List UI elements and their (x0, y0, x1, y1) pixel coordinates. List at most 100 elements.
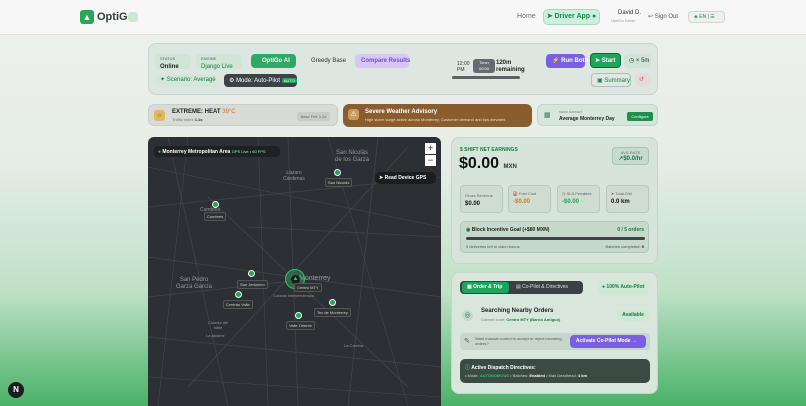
fuel-icon: ⛽ (513, 191, 518, 196)
tab-optigo-ai-label: OptiGo AI (262, 58, 290, 64)
gross-label: Gross Revenue (465, 193, 493, 198)
configure-button[interactable]: Configure (627, 112, 653, 121)
available-badge: Available (617, 310, 649, 321)
marker-tec[interactable] (329, 299, 336, 306)
marker-label-san-nicolas: San Nicolás (325, 178, 353, 187)
directives-card: ⓘ Active Dispatch Directives: • Mode: AU… (460, 359, 650, 383)
marker-label-tec: Tec de Monterrey (314, 308, 351, 317)
goal-left: 5 deliveries left to claim bonus (466, 244, 520, 249)
deadhead-directive-label: • Max Deadhead: (546, 373, 577, 378)
marker-san-jeronimo[interactable] (248, 270, 255, 277)
run-label: Run Both (561, 58, 589, 64)
scenario-selector[interactable]: ✦ Scenario: Average (155, 74, 217, 87)
tab-greedy-base[interactable]: Greedy Base (298, 54, 348, 68)
sign-out-label: Sign Out (654, 14, 679, 20)
clock-icon: ◷ (629, 58, 635, 64)
status-indicator: STATUS Online (155, 54, 191, 70)
tab-compare-results[interactable]: Compare Results (355, 54, 410, 68)
user-role: OptiGo Driver (611, 18, 636, 23)
logo-icon: ▲ (80, 10, 94, 24)
warning-icon: ⚠ (348, 109, 359, 120)
speed-selector[interactable]: ◷ × 5m (624, 54, 651, 68)
tab-order-trip[interactable]: ▣ Order & Trip (462, 282, 509, 293)
tab-optigo-ai[interactable]: OptiGo AI (251, 54, 296, 68)
corner-badge[interactable]: N (8, 382, 24, 398)
sign-out-button[interactable]: ↩ Sign Out (648, 13, 678, 20)
avg-rate-card: AVG RATE ↗$0.0/hr (612, 147, 649, 165)
marker-centrito-valle[interactable] (235, 291, 242, 298)
current-zone-label: Current zone: (481, 317, 506, 322)
search-icon: ◎ (462, 310, 473, 321)
map-label-san-pedro: San Pedro Garza García (175, 277, 212, 290)
mode-icon: ⚙ (229, 78, 235, 84)
status-value: Online (160, 64, 179, 70)
clock-icon: ◷ (562, 191, 566, 196)
tab-greedy-base-label: Greedy Base (311, 58, 347, 64)
reset-button[interactable]: ↺ (636, 73, 650, 87)
current-zone-value: Centro MTY (Barrio Antiguo) (506, 317, 561, 322)
map-label-del-valle: Colonia del Valle (207, 320, 228, 330)
activate-copilot-button[interactable]: Activate Co-Pilot Mode → (570, 335, 646, 348)
marker-valle-oriente[interactable] (295, 312, 302, 319)
directives-title: ⓘ Active Dispatch Directives: (465, 364, 536, 371)
time-remaining: 120m remaining (496, 60, 525, 73)
mode-selector[interactable]: ⚙ Mode: Auto-Pilot AUTO (224, 74, 297, 87)
timer-box: Timer 00:00 (473, 59, 495, 73)
searching-orders-row: ◎ Searching Nearby Orders Current zone: … (460, 305, 650, 327)
heat-title: EXTREME: HEAT (172, 109, 221, 115)
map-view[interactable]: ● Monterrey Metropolitan Area GPS Live •… (148, 137, 441, 406)
map-label-lazaro: Lázaro Cárdenas (283, 170, 305, 182)
summary-button[interactable]: ▣ Summary (591, 73, 631, 87)
marker-cumbres[interactable] (212, 201, 219, 208)
map-label-independencia: Colonia Independencia (273, 293, 314, 298)
language-switcher[interactable]: ◈ EN | ☰ (688, 11, 725, 23)
sla-value: -$0.00 (562, 199, 580, 205)
driver-app-button[interactable]: ➤ Driver App ● (543, 9, 600, 25)
top-bar: ▲ OptiGo Home ➤ Driver App ● David D. Op… (0, 0, 806, 35)
start-button[interactable]: ➤ Start (590, 53, 621, 68)
tab-copilot[interactable]: ▤ Co-Pilot & Directives (513, 282, 581, 293)
goal-title-row: ◉ Block Incentive Goal (+$80 MXN) (466, 227, 549, 233)
navigation-icon: ➤ (611, 191, 615, 196)
timer-label: Timer (478, 60, 490, 65)
zoom-in-button[interactable]: + (425, 143, 436, 154)
heat-index: 1.1x (194, 117, 203, 122)
user-name: David D. (618, 10, 642, 16)
marker-san-nicolas[interactable] (334, 169, 341, 176)
marker-label-valle-oriente: Valle Oriente (286, 321, 315, 330)
auto-pilot-label: 100% Auto-Pilot (606, 284, 645, 290)
map-label-san-nicolas: San Nicolás de los Garza (334, 150, 370, 163)
map-label-la-alvarez: La Alvarez (206, 333, 225, 338)
dist-label: ➤ Total Dist (611, 191, 632, 196)
tab-order-label: Order & Trip (473, 284, 503, 290)
mode-directive-value: AUTONOMOUS (479, 373, 510, 378)
directives-values: • Mode: AUTONOMOUS • Batches: Enabled • … (465, 373, 587, 378)
zoom-out-button[interactable]: − (425, 155, 436, 166)
mode-badge: AUTO (281, 78, 297, 83)
earnings-title: $ SHIFT NET EARNINGS (460, 147, 518, 153)
scenario-label: Scenario: Average (166, 77, 216, 83)
arrow-right-icon: → (631, 338, 637, 344)
read-gps-button[interactable]: ➤ Read Device GPS (375, 172, 436, 184)
weather-advisory-card: ⚠ Severe Weather Advisory High storm sur… (343, 104, 532, 127)
heat-title-row: EXTREME: HEAT 39°C (172, 109, 236, 115)
weather-text: High storm surge active across Monterrey… (365, 117, 507, 122)
sparkle-icon: ✦ (160, 77, 166, 83)
base-fee-badge: Base Fee 1.2x (297, 112, 330, 121)
marker-label-san-jeronimo: San Jerónimo (237, 280, 268, 289)
current-zone-row: Current zone: Centro MTY (Barrio Antiguo… (481, 317, 560, 322)
timer-value: 00:00 (478, 66, 489, 71)
dataset-value: Average Monterrey Day (559, 116, 615, 122)
search-title: Searching Nearby Orders (481, 308, 554, 314)
auto-pilot-badge: ● 100% Auto-Pilot (598, 281, 649, 294)
goal-title: Block Incentive Goal (+$80 MXN) (471, 227, 550, 233)
live-dot-icon: ● (158, 149, 162, 155)
nav-home-link[interactable]: Home (517, 13, 536, 20)
run-both-button[interactable]: ⚡ Run Both (546, 54, 589, 68)
deadhead-directive-value: 4 km (577, 373, 588, 378)
info-icon: ⓘ (465, 365, 471, 371)
batches-label: Batches completed: (605, 244, 641, 249)
hand-icon: ✎ (464, 338, 470, 345)
brand-badge (128, 12, 138, 22)
earnings-amount: $0.00 MXN (459, 155, 517, 173)
